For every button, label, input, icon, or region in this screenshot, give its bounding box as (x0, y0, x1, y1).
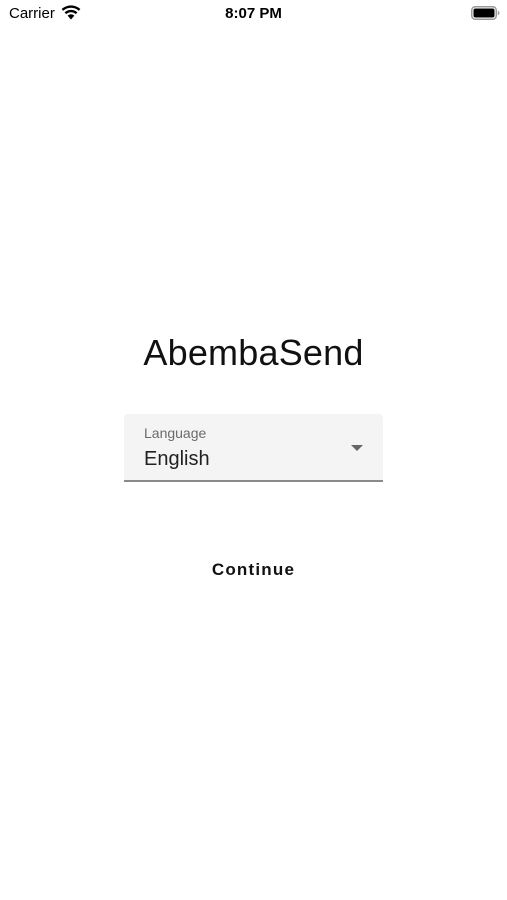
language-select-value: English (144, 448, 210, 470)
app-title: AbembaSend (143, 332, 364, 373)
language-select[interactable]: Language English (124, 414, 383, 482)
continue-button[interactable]: Continue (193, 552, 314, 588)
chevron-down-icon[interactable] (351, 445, 363, 451)
screen: Carrier 8:07 PM AbembaSend Language Engl… (0, 0, 507, 900)
status-bar: Carrier 8:07 PM (0, 0, 507, 28)
battery-icon (471, 6, 500, 20)
language-select-label: Language (144, 425, 207, 441)
status-time: 8:07 PM (225, 5, 282, 22)
